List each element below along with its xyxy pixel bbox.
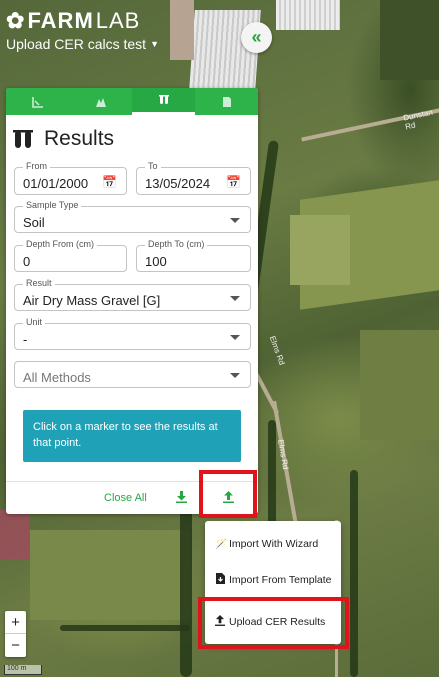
to-date-label: To [145, 161, 161, 171]
road-label: Dunstan Rd [402, 107, 434, 132]
tree-line [350, 470, 358, 677]
to-date-value: 13/05/2024 [145, 176, 211, 191]
farmlab-logo[interactable]: ✿ FARM LAB [6, 8, 186, 34]
caret-down-icon [230, 296, 240, 301]
field-patch [380, 0, 439, 80]
ruler-icon [31, 96, 43, 108]
result-value: Air Dry Mass Gravel [G] [23, 293, 161, 308]
road-label: Elms Rd [276, 438, 291, 471]
document-icon [222, 96, 231, 107]
sample-type-label: Sample Type [23, 200, 82, 210]
leaf-icon: ✿ [6, 8, 26, 33]
road-label: Elms Rd [267, 334, 287, 367]
menu-item-label: Import From Template [229, 574, 332, 586]
caret-down-icon [230, 373, 240, 378]
field-patch [360, 330, 439, 440]
methods-select[interactable]: All Methods [14, 361, 251, 388]
file-import-icon [215, 573, 225, 587]
tab-document[interactable] [195, 88, 258, 115]
upload-cer-highlight [198, 597, 349, 649]
results-panel: Results From 01/01/2000 📅 To 13/05/2024 … [6, 88, 258, 514]
map-scale: 100 m [4, 665, 42, 675]
zoom-out-button[interactable]: − [5, 634, 26, 657]
depth-from-field[interactable]: Depth From (cm) 0 [14, 239, 127, 272]
menu-item-label: Import With Wizard [229, 538, 319, 550]
logo-text-bold: FARM [27, 8, 94, 33]
field-patch [290, 215, 350, 285]
tab-results[interactable] [132, 88, 195, 115]
page-title: Results [44, 127, 115, 150]
project-name: Upload CER calcs test [6, 36, 147, 52]
project-selector[interactable]: Upload CER calcs test ▼ [6, 36, 186, 52]
depth-to-value: 100 [145, 254, 167, 269]
tree-line [180, 500, 192, 677]
depth-to-field[interactable]: Depth To (cm) 100 [136, 239, 251, 272]
magic-wand-icon: 🪄 [215, 538, 228, 550]
caret-down-icon [230, 335, 240, 340]
sample-type-select[interactable]: Sample Type Soil [14, 200, 251, 233]
close-all-button[interactable]: Close All [104, 492, 147, 504]
depth-to-label: Depth To (cm) [145, 239, 208, 249]
to-date-field[interactable]: To 13/05/2024 📅 [136, 161, 251, 195]
calendar-icon[interactable]: 📅 [226, 175, 241, 189]
caret-down-icon: ▼ [150, 39, 159, 49]
panel-header: Results [6, 115, 258, 155]
from-date-field[interactable]: From 01/01/2000 📅 [14, 161, 127, 195]
panel-tabs [6, 88, 258, 115]
menu-item-import-wizard[interactable]: 🪄 Import With Wizard [215, 538, 318, 550]
unit-select[interactable]: Unit - [14, 317, 251, 350]
test-tubes-icon [158, 95, 169, 104]
download-button[interactable] [176, 491, 187, 506]
zoom-in-button[interactable]: + [5, 611, 26, 634]
depth-from-value: 0 [23, 254, 31, 269]
double-chevron-left-icon: « [251, 27, 262, 47]
unit-value: - [23, 332, 28, 347]
collapse-panel-button[interactable]: « [241, 22, 272, 53]
download-icon [176, 491, 187, 503]
test-tubes-icon [13, 130, 33, 148]
app-header: ✿ FARM LAB Upload CER calcs test ▼ [6, 8, 186, 63]
field-patch [0, 510, 30, 560]
depth-from-label: Depth From (cm) [23, 239, 98, 249]
upload-button-highlight [199, 470, 257, 518]
logo-text-thin: LAB [95, 8, 141, 33]
menu-item-import-template[interactable]: Import From Template [215, 573, 332, 587]
calendar-icon[interactable]: 📅 [102, 175, 117, 189]
from-date-label: From [23, 161, 50, 171]
zoom-control: + − [5, 611, 26, 657]
tree-line [60, 625, 190, 631]
result-select[interactable]: Result Air Dry Mass Gravel [G] [14, 278, 251, 311]
caret-down-icon [230, 218, 240, 223]
tab-map[interactable] [69, 88, 132, 115]
methods-placeholder: All Methods [23, 370, 91, 385]
from-date-value: 01/01/2000 [23, 176, 89, 191]
tab-chart[interactable] [6, 88, 69, 115]
result-label: Result [23, 278, 55, 288]
unit-label: Unit [23, 317, 46, 327]
field-patch [30, 530, 190, 620]
info-message: Click on a marker to see the results at … [23, 410, 241, 462]
greenhouse-block [276, 0, 340, 30]
sample-type-value: Soil [23, 215, 45, 230]
map-pin-icon [95, 97, 106, 107]
